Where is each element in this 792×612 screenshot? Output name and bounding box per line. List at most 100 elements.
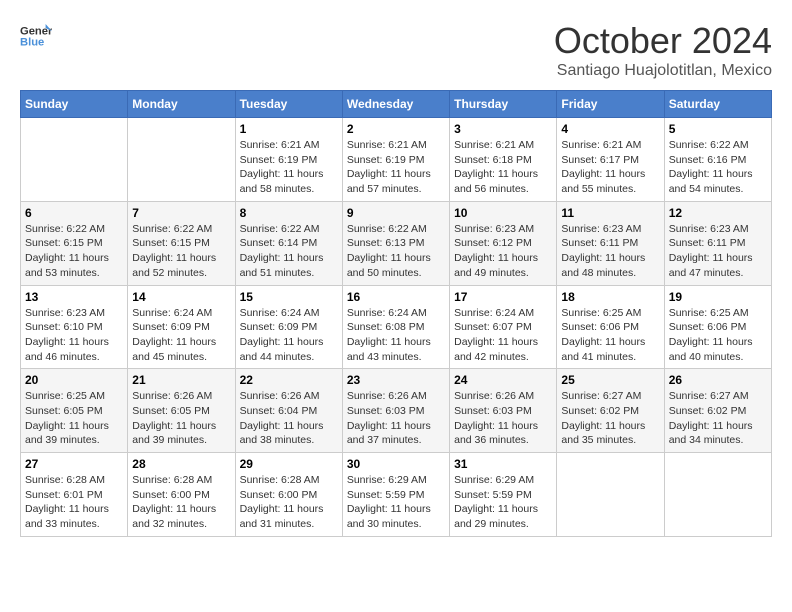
calendar-cell: 3 Sunrise: 6:21 AM Sunset: 6:18 PM Dayli… — [450, 118, 557, 202]
daylight-text: Daylight: 11 hours and 58 minutes. — [240, 168, 324, 195]
sunrise-text: Sunrise: 6:24 AM — [132, 307, 212, 319]
sunset-text: Sunset: 6:05 PM — [132, 405, 210, 417]
day-number: 15 — [240, 290, 338, 304]
sunset-text: Sunset: 6:12 PM — [454, 237, 532, 249]
sunset-text: Sunset: 6:19 PM — [347, 154, 425, 166]
sunrise-text: Sunrise: 6:22 AM — [240, 223, 320, 235]
sunrise-text: Sunrise: 6:24 AM — [240, 307, 320, 319]
day-info: Sunrise: 6:28 AM Sunset: 6:01 PM Dayligh… — [25, 473, 123, 532]
daylight-text: Daylight: 11 hours and 54 minutes. — [669, 168, 753, 195]
title-section: October 2024 Santiago Huajolotitlan, Mex… — [554, 20, 772, 80]
logo-icon: General Blue — [20, 20, 52, 52]
weekday-header: Thursday — [450, 91, 557, 118]
day-info: Sunrise: 6:25 AM Sunset: 6:05 PM Dayligh… — [25, 389, 123, 448]
calendar-cell: 12 Sunrise: 6:23 AM Sunset: 6:11 PM Dayl… — [664, 201, 771, 285]
daylight-text: Daylight: 11 hours and 51 minutes. — [240, 252, 324, 279]
day-number: 23 — [347, 373, 445, 387]
daylight-text: Daylight: 11 hours and 36 minutes. — [454, 420, 538, 447]
calendar-cell: 4 Sunrise: 6:21 AM Sunset: 6:17 PM Dayli… — [557, 118, 664, 202]
sunrise-text: Sunrise: 6:21 AM — [347, 139, 427, 151]
daylight-text: Daylight: 11 hours and 29 minutes. — [454, 503, 538, 530]
sunset-text: Sunset: 6:15 PM — [132, 237, 210, 249]
calendar-cell: 20 Sunrise: 6:25 AM Sunset: 6:05 PM Dayl… — [21, 369, 128, 453]
sunrise-text: Sunrise: 6:29 AM — [347, 474, 427, 486]
sunset-text: Sunset: 6:17 PM — [561, 154, 639, 166]
daylight-text: Daylight: 11 hours and 45 minutes. — [132, 336, 216, 363]
daylight-text: Daylight: 11 hours and 43 minutes. — [347, 336, 431, 363]
sunset-text: Sunset: 5:59 PM — [347, 489, 425, 501]
calendar-cell: 28 Sunrise: 6:28 AM Sunset: 6:00 PM Dayl… — [128, 453, 235, 537]
calendar-cell: 14 Sunrise: 6:24 AM Sunset: 6:09 PM Dayl… — [128, 285, 235, 369]
calendar-cell: 26 Sunrise: 6:27 AM Sunset: 6:02 PM Dayl… — [664, 369, 771, 453]
weekday-header: Monday — [128, 91, 235, 118]
sunset-text: Sunset: 6:07 PM — [454, 321, 532, 333]
day-number: 7 — [132, 206, 230, 220]
calendar-cell: 10 Sunrise: 6:23 AM Sunset: 6:12 PM Dayl… — [450, 201, 557, 285]
calendar-cell: 9 Sunrise: 6:22 AM Sunset: 6:13 PM Dayli… — [342, 201, 449, 285]
sunrise-text: Sunrise: 6:24 AM — [454, 307, 534, 319]
daylight-text: Daylight: 11 hours and 57 minutes. — [347, 168, 431, 195]
sunset-text: Sunset: 6:09 PM — [132, 321, 210, 333]
sunrise-text: Sunrise: 6:21 AM — [561, 139, 641, 151]
weekday-header: Sunday — [21, 91, 128, 118]
sunrise-text: Sunrise: 6:26 AM — [132, 390, 212, 402]
day-info: Sunrise: 6:24 AM Sunset: 6:09 PM Dayligh… — [132, 306, 230, 365]
sunset-text: Sunset: 6:14 PM — [240, 237, 318, 249]
sunset-text: Sunset: 6:00 PM — [240, 489, 318, 501]
calendar-week-row: 27 Sunrise: 6:28 AM Sunset: 6:01 PM Dayl… — [21, 453, 772, 537]
day-info: Sunrise: 6:25 AM Sunset: 6:06 PM Dayligh… — [561, 306, 659, 365]
calendar-week-row: 6 Sunrise: 6:22 AM Sunset: 6:15 PM Dayli… — [21, 201, 772, 285]
sunset-text: Sunset: 6:18 PM — [454, 154, 532, 166]
calendar-cell — [557, 453, 664, 537]
location-subtitle: Santiago Huajolotitlan, Mexico — [554, 62, 772, 80]
sunset-text: Sunset: 6:08 PM — [347, 321, 425, 333]
daylight-text: Daylight: 11 hours and 32 minutes. — [132, 503, 216, 530]
day-number: 29 — [240, 457, 338, 471]
day-number: 16 — [347, 290, 445, 304]
daylight-text: Daylight: 11 hours and 55 minutes. — [561, 168, 645, 195]
calendar-cell: 7 Sunrise: 6:22 AM Sunset: 6:15 PM Dayli… — [128, 201, 235, 285]
daylight-text: Daylight: 11 hours and 44 minutes. — [240, 336, 324, 363]
daylight-text: Daylight: 11 hours and 30 minutes. — [347, 503, 431, 530]
calendar-cell: 22 Sunrise: 6:26 AM Sunset: 6:04 PM Dayl… — [235, 369, 342, 453]
day-info: Sunrise: 6:21 AM Sunset: 6:17 PM Dayligh… — [561, 138, 659, 197]
day-number: 2 — [347, 122, 445, 136]
calendar-cell: 24 Sunrise: 6:26 AM Sunset: 6:03 PM Dayl… — [450, 369, 557, 453]
day-number: 14 — [132, 290, 230, 304]
sunset-text: Sunset: 6:15 PM — [25, 237, 103, 249]
sunrise-text: Sunrise: 6:28 AM — [25, 474, 105, 486]
day-number: 28 — [132, 457, 230, 471]
day-number: 3 — [454, 122, 552, 136]
sunrise-text: Sunrise: 6:24 AM — [347, 307, 427, 319]
sunrise-text: Sunrise: 6:23 AM — [25, 307, 105, 319]
sunrise-text: Sunrise: 6:26 AM — [240, 390, 320, 402]
weekday-header: Wednesday — [342, 91, 449, 118]
sunset-text: Sunset: 6:03 PM — [347, 405, 425, 417]
sunset-text: Sunset: 6:19 PM — [240, 154, 318, 166]
sunrise-text: Sunrise: 6:22 AM — [347, 223, 427, 235]
daylight-text: Daylight: 11 hours and 38 minutes. — [240, 420, 324, 447]
calendar-week-row: 13 Sunrise: 6:23 AM Sunset: 6:10 PM Dayl… — [21, 285, 772, 369]
daylight-text: Daylight: 11 hours and 34 minutes. — [669, 420, 753, 447]
day-number: 13 — [25, 290, 123, 304]
day-info: Sunrise: 6:26 AM Sunset: 6:03 PM Dayligh… — [347, 389, 445, 448]
calendar-cell: 18 Sunrise: 6:25 AM Sunset: 6:06 PM Dayl… — [557, 285, 664, 369]
sunset-text: Sunset: 6:11 PM — [561, 237, 638, 249]
sunrise-text: Sunrise: 6:21 AM — [240, 139, 320, 151]
day-info: Sunrise: 6:24 AM Sunset: 6:07 PM Dayligh… — [454, 306, 552, 365]
svg-text:Blue: Blue — [20, 37, 44, 49]
calendar-cell: 13 Sunrise: 6:23 AM Sunset: 6:10 PM Dayl… — [21, 285, 128, 369]
sunrise-text: Sunrise: 6:25 AM — [561, 307, 641, 319]
day-number: 6 — [25, 206, 123, 220]
daylight-text: Daylight: 11 hours and 42 minutes. — [454, 336, 538, 363]
day-number: 25 — [561, 373, 659, 387]
sunset-text: Sunset: 6:05 PM — [25, 405, 103, 417]
day-info: Sunrise: 6:21 AM Sunset: 6:18 PM Dayligh… — [454, 138, 552, 197]
calendar-cell — [21, 118, 128, 202]
day-number: 26 — [669, 373, 767, 387]
day-info: Sunrise: 6:21 AM Sunset: 6:19 PM Dayligh… — [240, 138, 338, 197]
daylight-text: Daylight: 11 hours and 37 minutes. — [347, 420, 431, 447]
daylight-text: Daylight: 11 hours and 53 minutes. — [25, 252, 109, 279]
day-info: Sunrise: 6:29 AM Sunset: 5:59 PM Dayligh… — [347, 473, 445, 532]
daylight-text: Daylight: 11 hours and 31 minutes. — [240, 503, 324, 530]
